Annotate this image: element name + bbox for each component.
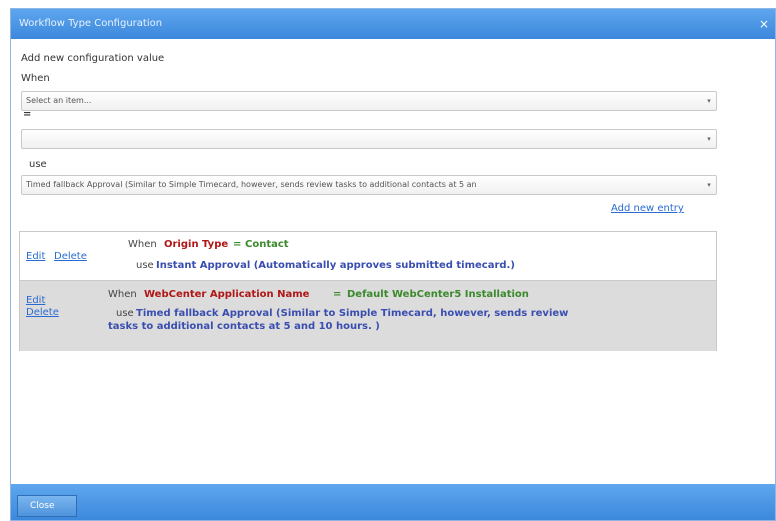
when-word: When bbox=[128, 239, 157, 250]
dialog-title: Workflow Type Configuration bbox=[19, 18, 163, 29]
list-item: Edit Delete When WebCenter Application N… bbox=[20, 281, 716, 351]
when-word: When bbox=[108, 289, 137, 300]
close-button[interactable]: Close bbox=[17, 495, 77, 517]
when-label: When bbox=[21, 73, 50, 84]
workflow-type-configuration-dialog: Workflow Type Configuration × Add new co… bbox=[10, 8, 776, 521]
list-item: Edit Delete When Origin Type = Contact u… bbox=[20, 232, 716, 281]
use-select-value: Timed fallback Approval (Similar to Simp… bbox=[26, 180, 477, 189]
condition-equals: = bbox=[333, 289, 342, 300]
approval-type-line1: Timed fallback Approval (Similar to Simp… bbox=[136, 308, 569, 319]
dialog-titlebar: Workflow Type Configuration × bbox=[11, 9, 775, 39]
delete-link[interactable]: Delete bbox=[26, 307, 59, 318]
use-select[interactable]: Timed fallback Approval (Similar to Simp… bbox=[21, 175, 717, 195]
value-select[interactable]: ▾ bbox=[21, 129, 717, 149]
equals-label: = bbox=[23, 109, 32, 120]
dialog-footer: Close bbox=[11, 484, 775, 520]
approval-type-line2: tasks to additional contacts at 5 and 10… bbox=[108, 321, 380, 332]
edit-link[interactable]: Edit bbox=[26, 251, 45, 262]
when-select[interactable]: Select an item... ▾ bbox=[21, 91, 717, 111]
use-word: use bbox=[116, 308, 134, 319]
use-word: use bbox=[136, 260, 154, 271]
condition-field: Origin Type bbox=[164, 239, 229, 250]
chevron-down-icon: ▾ bbox=[705, 92, 713, 110]
condition-field: WebCenter Application Name bbox=[144, 289, 310, 300]
delete-link[interactable]: Delete bbox=[54, 251, 87, 262]
condition-value: Contact bbox=[245, 239, 289, 250]
use-label: use bbox=[29, 159, 47, 170]
edit-link[interactable]: Edit bbox=[26, 295, 45, 306]
approval-type: Instant Approval (Automatically approves… bbox=[156, 260, 515, 271]
close-icon[interactable]: × bbox=[757, 9, 771, 39]
chevron-down-icon: ▾ bbox=[705, 130, 713, 148]
form-heading: Add new configuration value bbox=[21, 53, 165, 64]
condition-value: Default WebCenter5 Installation bbox=[347, 289, 529, 300]
when-select-value: Select an item... bbox=[26, 96, 92, 105]
entries-list: Edit Delete When Origin Type = Contact u… bbox=[19, 231, 717, 351]
condition-equals: = bbox=[233, 239, 242, 250]
chevron-down-icon: ▾ bbox=[705, 176, 713, 194]
add-new-entry-link[interactable]: Add new entry bbox=[611, 203, 684, 214]
